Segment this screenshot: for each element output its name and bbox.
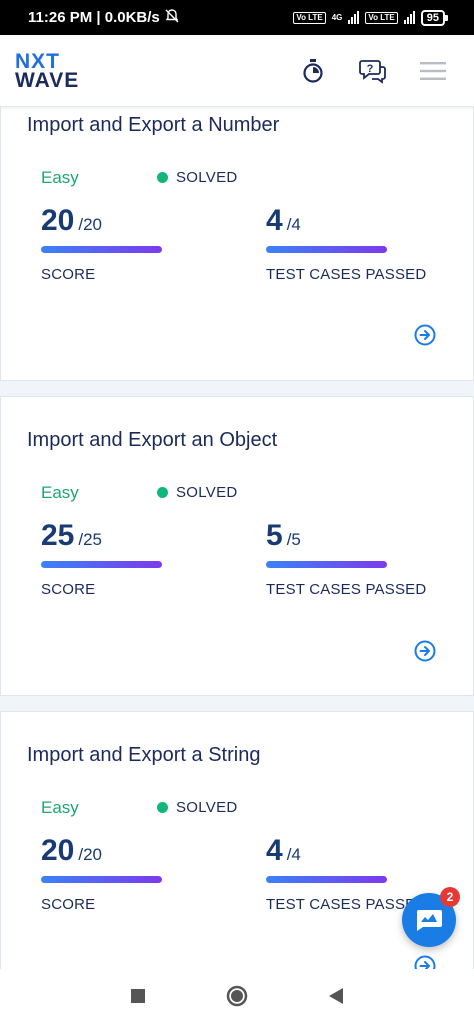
tests-label: TEST CASES PASSED bbox=[266, 266, 427, 283]
score-label: SCORE bbox=[41, 581, 96, 598]
difficulty-label: Easy bbox=[41, 798, 79, 817]
volte-icon-2: Vo LTE bbox=[365, 11, 398, 24]
status-text: SOLVED bbox=[176, 799, 238, 816]
status-text: SOLVED bbox=[176, 484, 238, 501]
system-navigation-bar bbox=[0, 969, 474, 1027]
problem-title: Import and Export a String bbox=[27, 744, 261, 766]
problems-list: Import and Export a Number Easy SOLVED 2… bbox=[0, 107, 474, 969]
back-triangle-icon[interactable] bbox=[328, 987, 344, 1010]
solved-dot-icon bbox=[157, 487, 168, 498]
network-type-label: 4G bbox=[331, 12, 343, 22]
svg-text:?: ? bbox=[367, 63, 374, 75]
tests-total: /4 bbox=[286, 215, 301, 234]
tests-progress-bar bbox=[266, 246, 387, 253]
system-status-bar: 11:26 PM | 0.0KB/s Vo LTE 4G Vo LTE 95 bbox=[0, 0, 474, 35]
score-metric: 20/20 SCORE bbox=[41, 204, 162, 283]
timer-icon[interactable] bbox=[292, 50, 334, 92]
tests-label: TEST CASES PASSED bbox=[266, 581, 427, 598]
hamburger-menu-icon[interactable] bbox=[412, 50, 454, 92]
score-total: /25 bbox=[78, 530, 103, 549]
volte-icon: Vo LTE bbox=[293, 11, 326, 24]
test-cases-metric: 5/5 TEST CASES PASSED bbox=[266, 519, 426, 598]
difficulty-label: Easy bbox=[41, 483, 79, 502]
problem-title: Import and Export a Number bbox=[27, 114, 280, 136]
status-time-speed: 11:26 PM | 0.0KB/s bbox=[28, 9, 160, 26]
score-progress-bar bbox=[41, 561, 162, 568]
status-badge: SOLVED bbox=[157, 484, 238, 501]
battery-icon: 95 bbox=[420, 9, 448, 26]
app-header: NXT WAVE ? bbox=[0, 35, 474, 107]
tests-value: 5 bbox=[266, 519, 283, 552]
score-value: 20 bbox=[41, 834, 75, 867]
score-metric: 25/25 SCORE bbox=[41, 519, 162, 598]
score-metric: 20/20 SCORE bbox=[41, 834, 162, 913]
status-badge: SOLVED bbox=[157, 169, 238, 186]
problem-card[interactable]: Import and Export a Number Easy SOLVED 2… bbox=[0, 107, 474, 381]
recents-square-icon[interactable] bbox=[130, 988, 146, 1009]
status-badge: SOLVED bbox=[157, 799, 238, 816]
notification-badge: 2 bbox=[440, 887, 460, 907]
score-progress-bar bbox=[41, 876, 162, 883]
problem-card[interactable]: Import and Export a String Easy SOLVED 2… bbox=[0, 711, 474, 969]
score-value: 20 bbox=[41, 204, 75, 237]
score-label: SCORE bbox=[41, 266, 96, 283]
test-cases-metric: 4/4 TEST CASES PASSED bbox=[266, 204, 426, 283]
mute-alarm-icon bbox=[164, 8, 180, 28]
score-total: /20 bbox=[78, 215, 103, 234]
nxtwave-logo[interactable]: NXT WAVE bbox=[15, 49, 80, 92]
signal-strength-icon-2 bbox=[403, 11, 415, 24]
difficulty-label: Easy bbox=[41, 168, 79, 187]
solved-dot-icon bbox=[157, 172, 168, 183]
test-cases-metric: 4/4 TEST CASES PASSED bbox=[266, 834, 426, 913]
tests-value: 4 bbox=[266, 204, 283, 237]
arrow-right-circle-icon[interactable] bbox=[414, 324, 436, 346]
logo-text-bottom: WAVE bbox=[15, 68, 80, 92]
tests-label: TEST CASES PASSED bbox=[266, 896, 427, 913]
tests-progress-bar bbox=[266, 876, 387, 883]
tests-total: /4 bbox=[286, 845, 301, 864]
solved-dot-icon bbox=[157, 802, 168, 813]
home-circle-icon[interactable] bbox=[226, 985, 248, 1012]
chat-bubble-icon bbox=[417, 910, 442, 931]
score-total: /20 bbox=[78, 845, 103, 864]
score-label: SCORE bbox=[41, 896, 96, 913]
arrow-right-circle-icon[interactable] bbox=[414, 640, 436, 662]
tests-total: /5 bbox=[286, 530, 301, 549]
tests-value: 4 bbox=[266, 834, 283, 867]
score-value: 25 bbox=[41, 519, 75, 552]
help-chat-icon[interactable]: ? bbox=[352, 50, 394, 92]
signal-strength-icon bbox=[348, 11, 360, 24]
problem-title: Import and Export an Object bbox=[27, 429, 278, 451]
problem-card[interactable]: Import and Export an Object Easy SOLVED … bbox=[0, 396, 474, 696]
score-progress-bar bbox=[41, 246, 162, 253]
logo-text-top: NXT bbox=[15, 49, 60, 73]
status-text: SOLVED bbox=[176, 169, 238, 186]
arrow-right-circle-icon[interactable] bbox=[414, 955, 436, 969]
battery-level: 95 bbox=[420, 9, 445, 26]
tests-progress-bar bbox=[266, 561, 387, 568]
